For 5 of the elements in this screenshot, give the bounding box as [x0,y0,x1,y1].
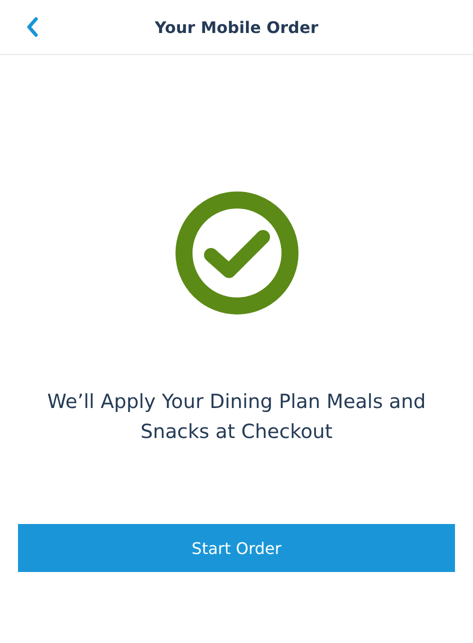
page-title: Your Mobile Order [154,18,320,36]
confirmation-message: We’ll Apply Your Dining Plan Meals and Snacks at Checkout [46,389,427,445]
check-circle-icon [174,191,298,315]
start-order-button[interactable]: Start Order [18,524,455,572]
chevron-left-icon [26,17,38,37]
